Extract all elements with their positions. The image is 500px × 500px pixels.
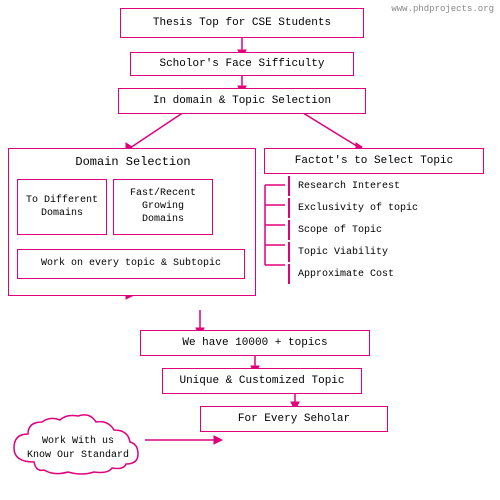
chart-container: www.phdprojects.org bbox=[0, 0, 500, 500]
scope-box: Scope of Topic bbox=[288, 220, 458, 240]
approx-cost-box: Approximate Cost bbox=[288, 264, 458, 284]
domain-selection-label: Domain Selection bbox=[17, 155, 249, 171]
scholar-box: Scholor's Face Sifficulty bbox=[130, 52, 354, 76]
research-box: Research Interest bbox=[288, 176, 458, 196]
domain-selection-box: Domain Selection To DifferentDomains Fas… bbox=[8, 148, 256, 296]
cloud-shape: Work With usKnow Our Standard bbox=[4, 412, 152, 478]
exclusivity-box: Exclusivity of topic bbox=[288, 198, 458, 218]
fast-recent-box: Fast/RecentGrowingDomains bbox=[113, 179, 213, 235]
for-every-box: For Every Seholar bbox=[200, 406, 388, 432]
watermark: www.phdprojects.org bbox=[391, 4, 494, 14]
work-every-box: Work on every topic & Subtopic bbox=[17, 249, 245, 279]
viability-box: Topic Viability bbox=[288, 242, 458, 262]
factors-box: Factot's to Select Topic bbox=[264, 148, 484, 174]
to-different-box: To DifferentDomains bbox=[17, 179, 107, 235]
thesis-box: Thesis Top for CSE Students bbox=[120, 8, 364, 38]
have-topics-box: We have 10000 + topics bbox=[140, 330, 370, 356]
domain-topic-box: In domain & Topic Selection bbox=[118, 88, 366, 114]
unique-topic-box: Unique & Customized Topic bbox=[162, 368, 362, 394]
